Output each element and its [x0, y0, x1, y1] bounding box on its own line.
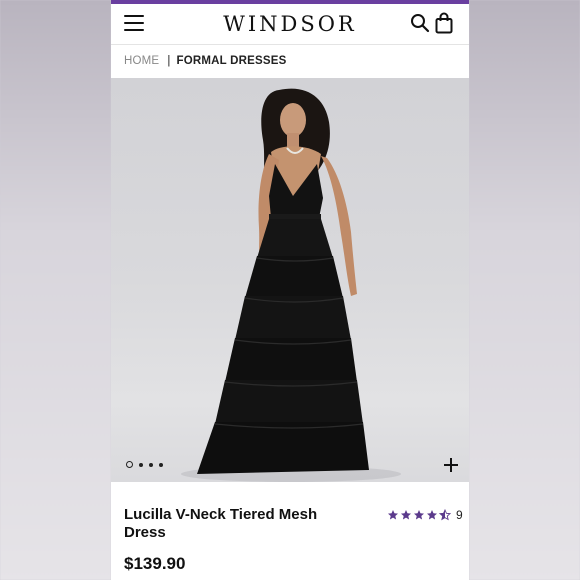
breadcrumb-home-link[interactable]: HOME	[124, 55, 159, 67]
gallery-dot-3[interactable]	[149, 462, 153, 467]
product-price: $139.90	[124, 554, 186, 573]
star-icon	[388, 510, 398, 520]
search-icon[interactable]	[410, 13, 430, 33]
shopping-bag-icon[interactable]	[435, 12, 453, 34]
product-rating[interactable]: 9	[387, 508, 463, 522]
plus-icon[interactable]	[443, 457, 459, 473]
star-icon	[401, 510, 411, 520]
breadcrumb-separator: |	[167, 55, 171, 67]
gallery-dot-4[interactable]	[159, 462, 163, 467]
brand-logo[interactable]: WINDSOR	[223, 12, 357, 36]
product-image[interactable]	[111, 78, 469, 482]
gallery-dot-2[interactable]	[139, 462, 143, 467]
product-title: Lucilla V-Neck Tiered Mesh Dress	[124, 506, 318, 541]
background-left	[0, 0, 111, 580]
star-icon	[427, 510, 437, 520]
model-dress-illustration	[181, 88, 401, 482]
gallery-pagination	[126, 461, 163, 468]
breadcrumb: HOME | FORMAL DRESSES	[124, 53, 286, 69]
hamburger-menu-icon[interactable]	[124, 15, 144, 31]
gallery-dot-1[interactable]	[126, 461, 133, 468]
rating-stars	[387, 509, 451, 521]
header-divider	[111, 44, 469, 45]
star-icon	[414, 510, 424, 520]
star-half-icon	[439, 509, 451, 521]
site-header: WINDSOR	[111, 4, 469, 44]
phone-screen: WINDSOR HOME | FORMAL DRESSES Lucilla V-…	[111, 0, 469, 580]
background-right	[469, 0, 580, 580]
review-count[interactable]: 9	[456, 508, 463, 522]
breadcrumb-current: FORMAL DRESSES	[176, 55, 287, 67]
